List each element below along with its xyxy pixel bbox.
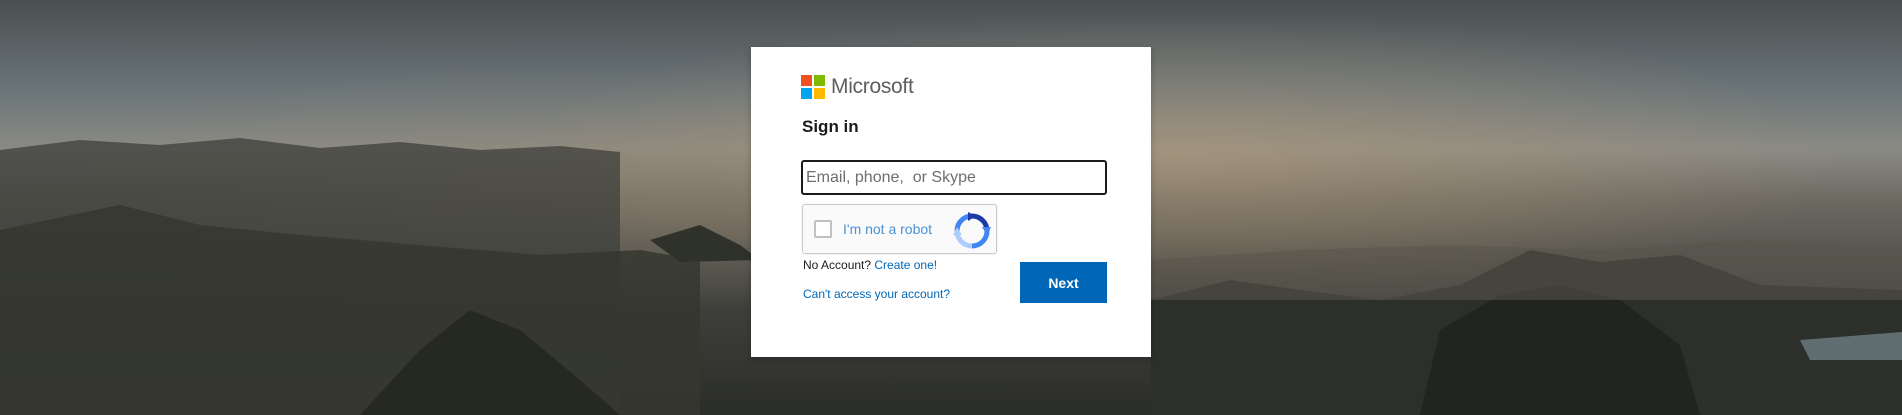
create-account-link[interactable]: Create one! xyxy=(874,258,937,272)
logo-square-red xyxy=(801,75,812,86)
brand-name: Microsoft xyxy=(831,75,914,98)
logo-square-green xyxy=(814,75,825,86)
page-title: Sign in xyxy=(802,117,859,136)
recaptcha-icon xyxy=(953,212,991,249)
logo-square-blue xyxy=(801,88,812,99)
captcha-checkbox[interactable] xyxy=(814,220,832,238)
captcha-widget: I'm not a robot xyxy=(802,204,997,254)
logo-square-yellow xyxy=(814,88,825,99)
signin-card: Microsoft Sign in I'm not a robot No Acc… xyxy=(751,47,1151,357)
no-account-line: No Account? Create one! xyxy=(803,258,937,272)
next-button[interactable]: Next xyxy=(1020,262,1107,303)
microsoft-logo-icon xyxy=(801,75,825,99)
captcha-label: I'm not a robot xyxy=(843,221,933,237)
microsoft-logo: Microsoft xyxy=(801,75,914,99)
cant-access-link[interactable]: Can't access your account? xyxy=(803,287,950,301)
no-account-text: No Account? xyxy=(803,258,872,272)
email-field[interactable] xyxy=(801,160,1107,195)
